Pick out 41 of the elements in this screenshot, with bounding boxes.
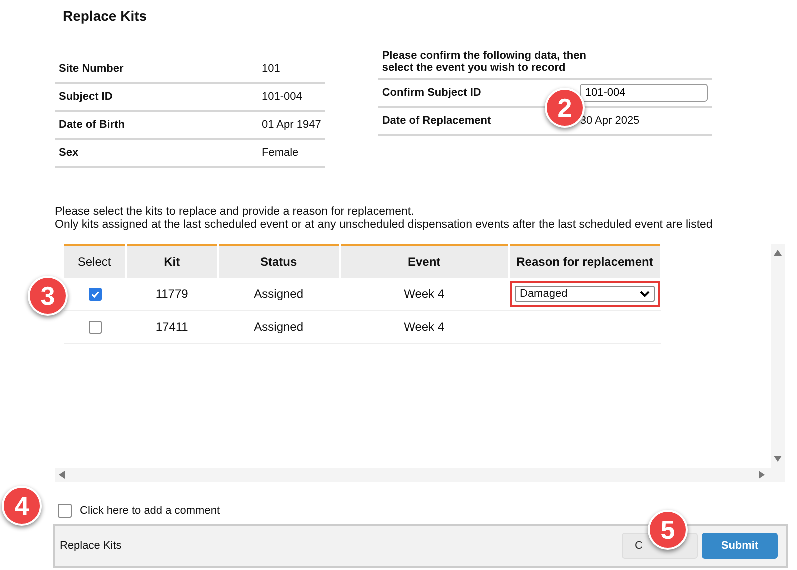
chevron-icon [640, 291, 650, 297]
footer-title: Replace Kits [60, 540, 122, 552]
checkbox[interactable] [58, 504, 72, 518]
comment-label[interactable]: Click here to add a comment [80, 505, 220, 517]
instruction-text: Please select the kits to replace and provide a reason for replacement. [55, 206, 416, 219]
step-badge: 3 [28, 276, 68, 316]
scroll-up-icon[interactable] [774, 250, 782, 256]
field-label: Confirm Subject ID [382, 87, 482, 99]
confirm-instruction: Please confirm the following data, then select the event you wish to record [381, 50, 588, 76]
instruction-text: Only kits assigned at the last scheduled event or at any unscheduled dispensation events after the last scheduled event are listed [55, 219, 714, 232]
scroll-down-icon[interactable] [774, 456, 782, 462]
column-header: Kit [126, 245, 218, 278]
column-header: Select [64, 245, 126, 278]
column-header: Status [218, 245, 340, 278]
checkbox[interactable] [88, 321, 102, 334]
field-label: Date of Birth [55, 111, 259, 139]
table-cell: Assigned [218, 310, 340, 344]
step-badge: 5 [648, 510, 688, 550]
field-label: Sex [55, 139, 259, 167]
table-cell: Week 4 [340, 278, 509, 310]
checkbox[interactable] [88, 288, 102, 302]
field-value: 101 [259, 56, 326, 83]
column-header: Reason for replacement [509, 245, 661, 278]
column-header: Event [340, 245, 509, 278]
field-label: Date of Replacement [382, 115, 492, 127]
field-label: Subject ID [55, 83, 259, 111]
table-cell: 17411 [126, 310, 218, 344]
scroll-left-icon[interactable] [59, 471, 65, 479]
subject-id-field[interactable]: 101-004 [580, 84, 708, 102]
field-value: 101-004 [259, 83, 326, 111]
scroll-right-icon[interactable] [759, 471, 765, 479]
submit-button[interactable]: Submit [702, 533, 778, 559]
field-label: Site Number [55, 56, 259, 83]
table-cell: Week 4 [340, 310, 509, 344]
table-cell: Assigned [218, 278, 340, 310]
reason-dropdown[interactable]: Damaged [515, 286, 655, 302]
field-value: Female [259, 139, 326, 167]
page-title: Replace Kits [63, 8, 148, 24]
field-value: 01 Apr 1947 [259, 111, 326, 139]
table-cell: 11779 [126, 278, 218, 310]
step-badge: 4 [2, 486, 42, 526]
